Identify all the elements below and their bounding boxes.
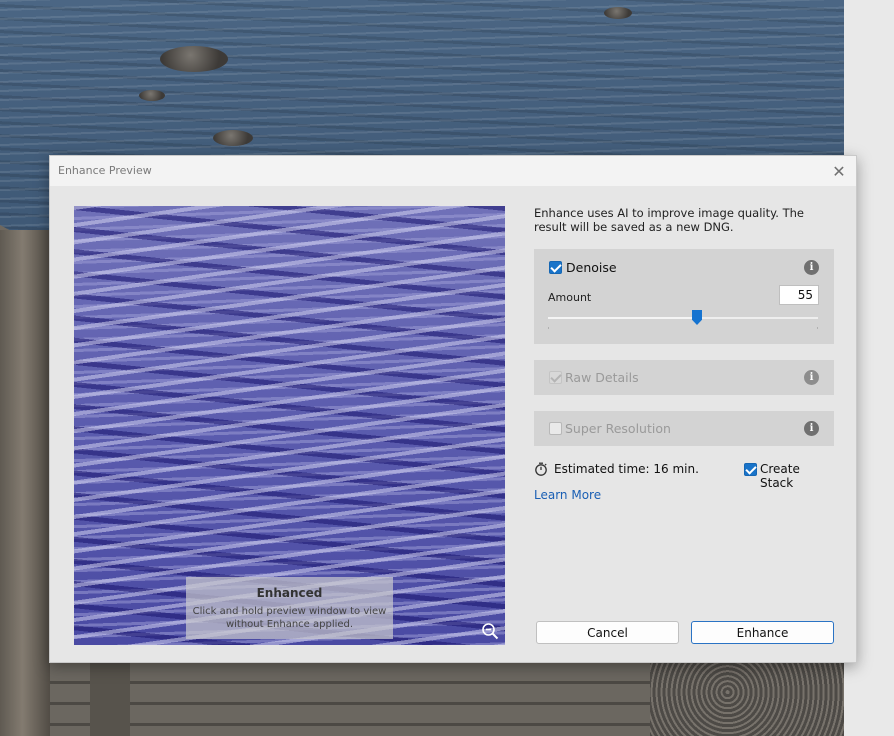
overlay-title: Enhanced [256,586,323,600]
wooden-post [90,663,130,736]
slider-thumb[interactable] [692,310,702,325]
stopwatch-icon [535,462,547,476]
info-icon[interactable]: i [804,421,819,436]
raw-details-checkbox[interactable] [549,371,562,384]
create-stack-label: Create Stack [760,462,800,490]
raw-details-section: Raw Details i [534,360,834,395]
enhance-button[interactable]: Enhance [691,621,834,644]
zoom-out-icon[interactable] [481,622,499,640]
enhance-description: Enhance uses AI to improve image quality… [534,206,804,234]
info-icon[interactable]: i [804,370,819,385]
rock [160,46,228,72]
enhance-options-panel: Enhance uses AI to improve image quality… [534,206,834,502]
denoise-checkbox[interactable] [549,261,562,274]
close-icon[interactable]: ✕ [828,160,850,182]
learn-more-link[interactable]: Learn More [534,488,601,502]
estimated-time: Estimated time: 16 min. [554,462,699,476]
slider-tick [817,327,818,329]
rock [604,7,632,19]
dialog-titlebar: Enhance Preview ✕ [50,156,856,186]
denoise-section: Denoise i Amount 55 [534,249,834,344]
rock [213,130,253,146]
slider-fill [548,317,697,319]
denoise-label: Denoise [566,260,617,275]
enhance-preview-image[interactable]: Enhanced Click and hold preview window t… [74,206,505,645]
create-stack-checkbox[interactable] [744,463,757,476]
amount-input[interactable]: 55 [779,285,819,305]
amount-label: Amount [548,291,592,304]
amount-slider[interactable] [548,310,818,329]
enhance-preview-dialog: Enhance Preview ✕ Enhanced Click and hol… [49,155,857,663]
gravel-shore [650,663,844,736]
dialog-title: Enhance Preview [58,164,152,177]
stair-railing-post [0,230,50,736]
slider-tick [548,327,549,329]
super-resolution-section: Super Resolution i [534,411,834,446]
super-resolution-label: Super Resolution [565,421,671,436]
super-resolution-checkbox[interactable] [549,422,562,435]
cancel-button[interactable]: Cancel [536,621,679,644]
overlay-hint: Click and hold preview window to view wi… [192,606,387,630]
estimate-row: Estimated time: 16 min. Create Stack [534,461,834,490]
rock [139,90,165,101]
preview-overlay: Enhanced Click and hold preview window t… [186,577,393,639]
info-icon[interactable]: i [804,260,819,275]
raw-details-label: Raw Details [565,370,639,385]
